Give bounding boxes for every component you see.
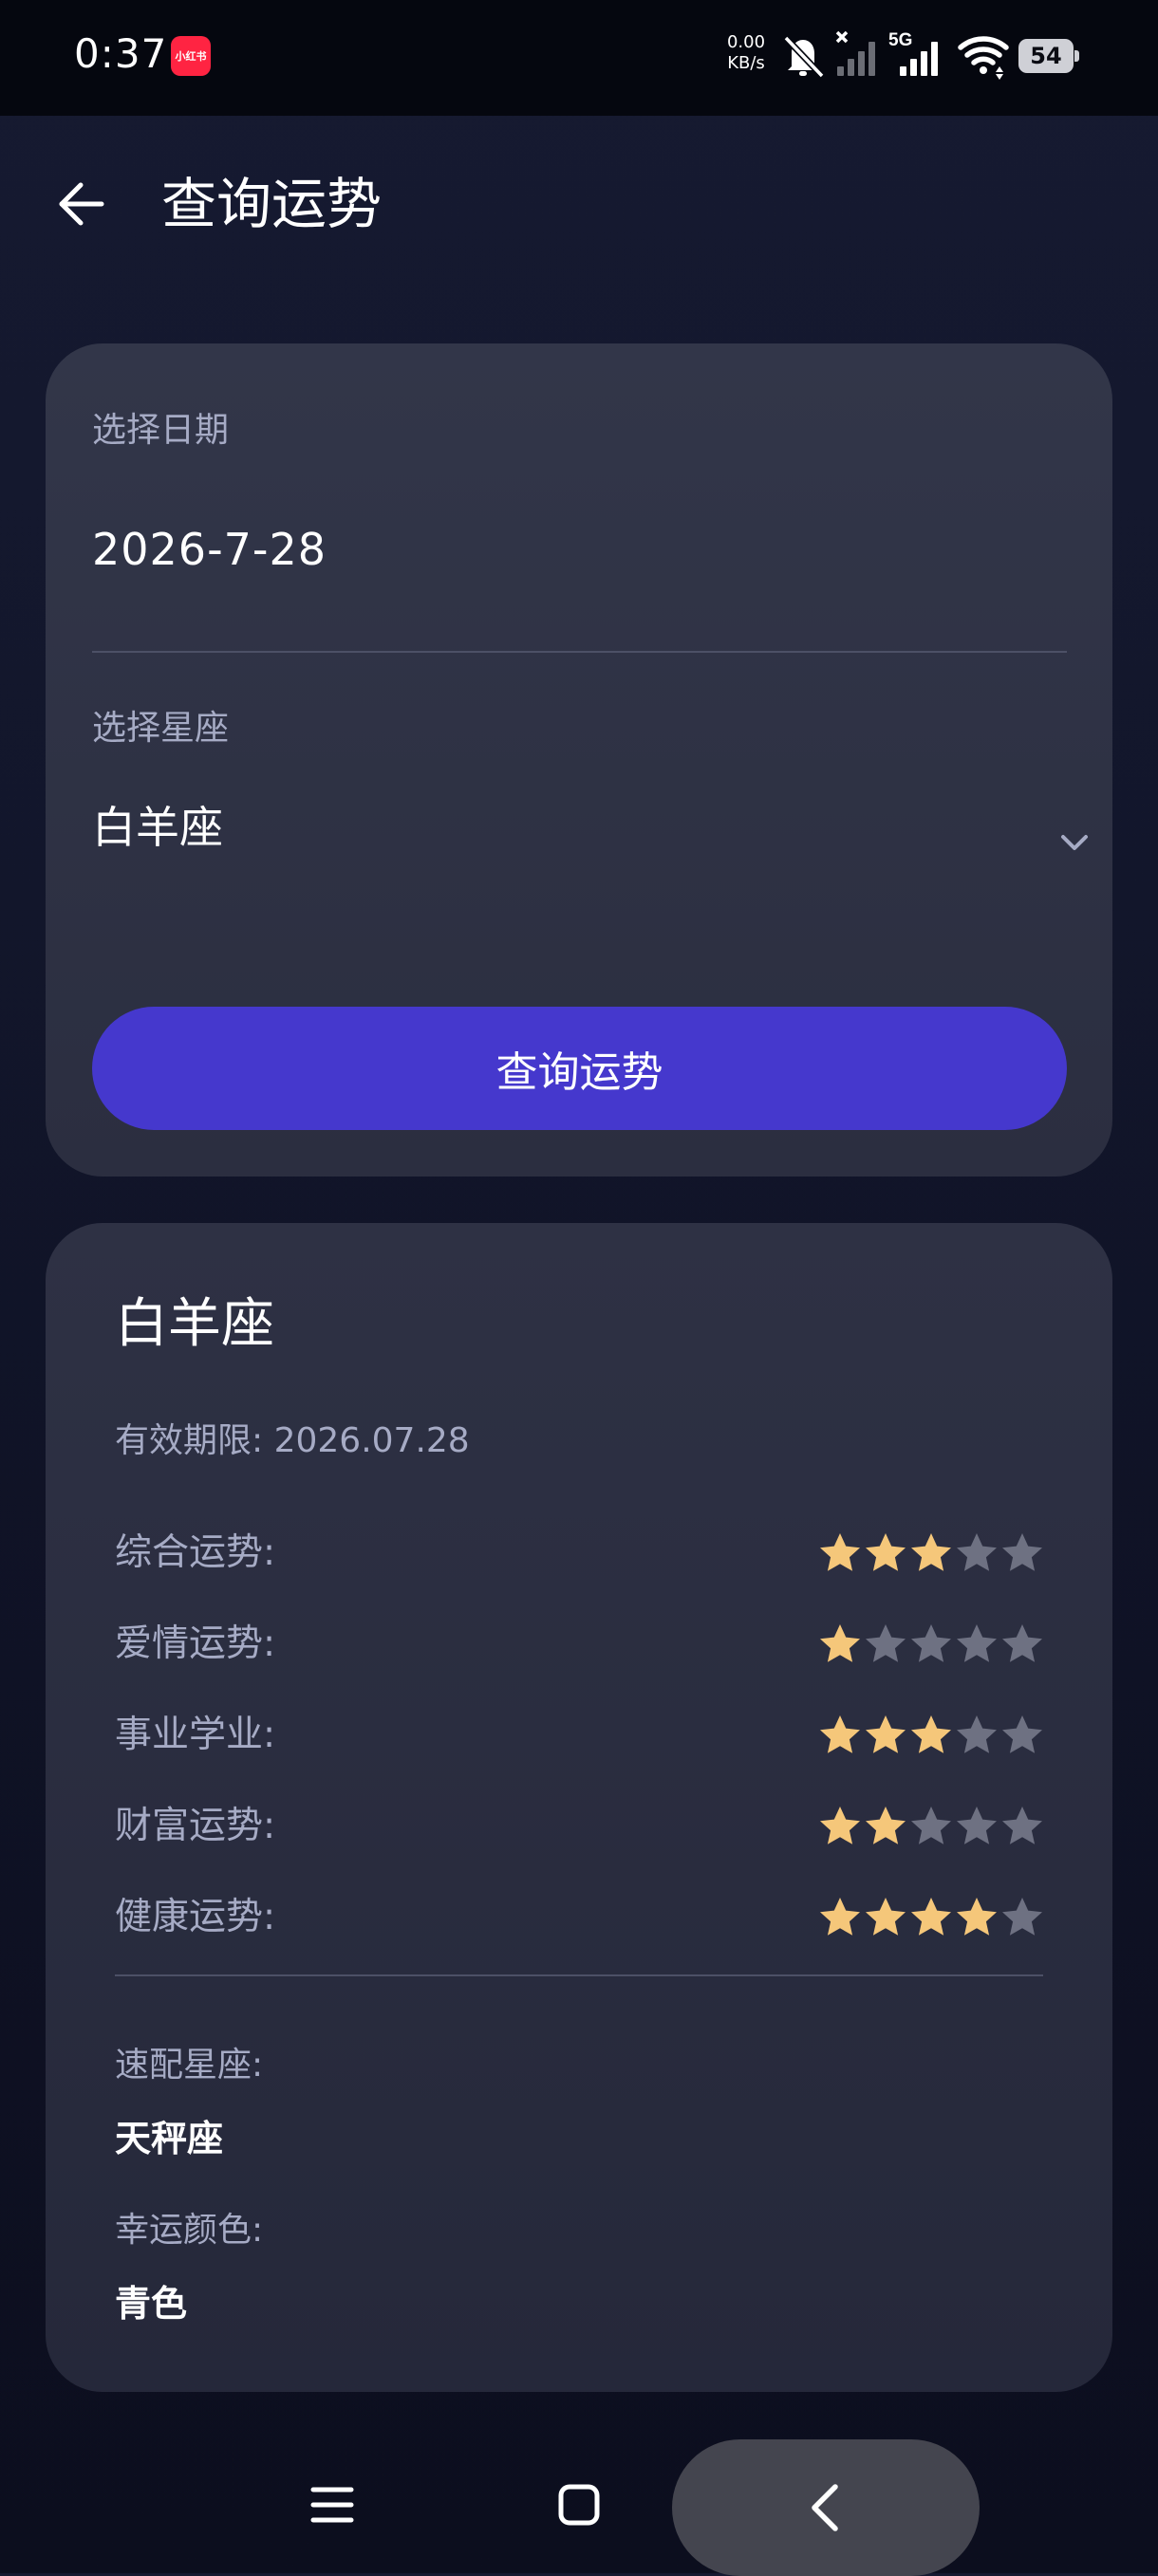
nav-back-button[interactable] <box>672 2439 980 2576</box>
lucky-color-value: 青色 <box>115 2283 188 2325</box>
date-label: 选择日期 <box>92 411 230 450</box>
fortune-label: 健康运势: <box>115 1896 276 1938</box>
match-sign-label: 速配星座: <box>115 2046 264 2085</box>
fortune-label: 综合运势: <box>115 1531 276 1574</box>
fortune-row: 综合运势: <box>115 1525 1045 1582</box>
validity-text: 有效期限: 2026.07.28 <box>115 1421 470 1460</box>
star-empty-icon <box>911 1624 951 1662</box>
fortune-row: 爱情运势: <box>115 1616 1045 1673</box>
signal-5g-icon: 5G <box>888 30 938 76</box>
app-notification-icon: 小红书 <box>171 36 211 76</box>
network-type-label: 5G <box>888 30 912 50</box>
star-filled-icon <box>911 1715 951 1753</box>
date-divider <box>92 651 1067 653</box>
sign-dropdown-value: 白羊座 <box>92 802 223 853</box>
sign-dropdown[interactable]: 白羊座 <box>46 789 1112 894</box>
status-bar: 0:37 小红书 0.00 KB/s 5G 54 <box>0 0 1158 116</box>
star-filled-icon <box>866 1533 906 1571</box>
star-filled-icon <box>911 1898 951 1936</box>
star-empty-icon <box>911 1807 951 1844</box>
star-rating <box>817 1713 1045 1758</box>
fortune-result-card: 白羊座 有效期限: 2026.07.28 综合运势: 爱情运势: 事业学业: 财… <box>46 1223 1112 2392</box>
fortune-label: 财富运势: <box>115 1805 276 1847</box>
sign-label: 选择星座 <box>92 709 230 748</box>
wifi-icon <box>958 36 1009 80</box>
star-filled-icon <box>957 1898 997 1936</box>
query-fortune-button[interactable]: 查询运势 <box>92 1007 1067 1130</box>
star-empty-icon <box>957 1624 997 1662</box>
star-filled-icon <box>820 1533 860 1571</box>
menu-icon <box>310 2487 354 2523</box>
star-rating <box>817 1530 1045 1576</box>
date-field[interactable]: 2026-7-28 <box>92 524 327 575</box>
battery-level: 54 <box>1018 39 1074 73</box>
fortune-row: 健康运势: <box>115 1889 1045 1946</box>
result-divider <box>115 1974 1043 1976</box>
star-filled-icon <box>820 1807 860 1844</box>
result-sign-title: 白羊座 <box>115 1293 274 1355</box>
star-empty-icon <box>866 1624 906 1662</box>
star-filled-icon <box>820 1624 860 1662</box>
page-title: 查询运势 <box>161 172 383 236</box>
star-rating <box>817 1895 1045 1940</box>
fortune-label: 事业学业: <box>115 1714 276 1756</box>
no-signal-icon <box>835 30 875 76</box>
network-speed-value: 0.00 <box>726 32 766 52</box>
network-speed-unit: KB/s <box>727 53 765 73</box>
lucky-color-label: 幸运颜色: <box>115 2211 264 2250</box>
back-chevron-icon <box>812 2484 838 2531</box>
star-empty-icon <box>1002 1807 1042 1844</box>
star-filled-icon <box>820 1715 860 1753</box>
star-empty-icon <box>957 1715 997 1753</box>
match-sign-value: 天秤座 <box>115 2118 224 2159</box>
query-form-card: 选择日期 2026-7-28 选择星座 白羊座 查询运势 <box>46 343 1112 1177</box>
mute-bell-icon <box>783 35 825 79</box>
battery-tip <box>1074 50 1079 62</box>
star-empty-icon <box>1002 1624 1042 1662</box>
fortune-row: 财富运势: <box>115 1798 1045 1855</box>
star-empty-icon <box>1002 1898 1042 1936</box>
star-empty-icon <box>1002 1533 1042 1571</box>
network-speed: 0.00 KB/s <box>719 32 774 74</box>
fortune-label: 爱情运势: <box>115 1622 276 1665</box>
menu-button[interactable] <box>294 2473 370 2537</box>
battery-icon: 54 <box>1018 39 1079 73</box>
star-empty-icon <box>957 1807 997 1844</box>
star-rating <box>817 1804 1045 1849</box>
star-filled-icon <box>866 1807 906 1844</box>
star-filled-icon <box>866 1898 906 1936</box>
star-empty-icon <box>957 1533 997 1571</box>
star-filled-icon <box>911 1533 951 1571</box>
fortune-row: 事业学业: <box>115 1707 1045 1764</box>
star-rating <box>817 1622 1045 1667</box>
star-filled-icon <box>820 1898 860 1936</box>
home-button[interactable] <box>541 2469 617 2541</box>
arrow-left-icon <box>59 182 104 226</box>
back-button[interactable] <box>47 171 114 237</box>
star-empty-icon <box>1002 1715 1042 1753</box>
home-square-icon <box>558 2484 600 2526</box>
chevron-down-icon <box>1061 835 1088 850</box>
status-time: 0:37 <box>74 30 168 77</box>
star-filled-icon <box>866 1715 906 1753</box>
